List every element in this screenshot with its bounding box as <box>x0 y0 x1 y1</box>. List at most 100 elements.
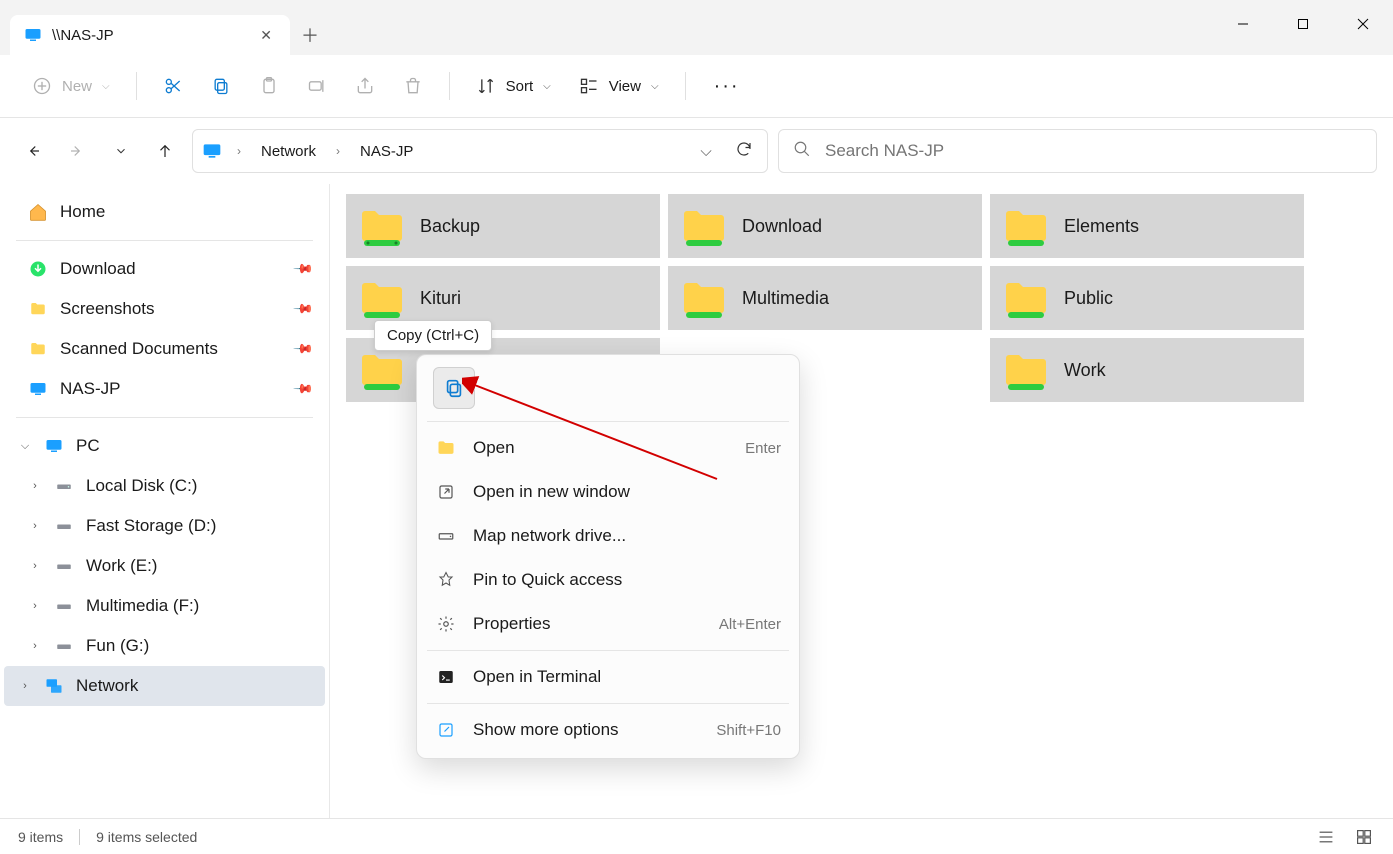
sidebar-item-label: Home <box>60 202 311 222</box>
new-tab-button[interactable]: ＋ <box>290 15 330 55</box>
download-icon <box>28 259 48 279</box>
folder-download[interactable]: Download <box>668 194 982 258</box>
drive-icon <box>54 516 74 536</box>
new-button[interactable]: New ⌵ <box>22 68 120 104</box>
context-label: Open in new window <box>473 482 781 502</box>
folder-label: Elements <box>1064 216 1139 237</box>
network-folder-icon <box>1002 202 1050 250</box>
drive-icon <box>54 476 74 496</box>
home-icon <box>28 202 48 222</box>
open-new-window-icon <box>435 481 457 503</box>
active-tab[interactable]: \\NAS-JP ✕ <box>10 15 290 55</box>
view-button[interactable]: View ⌵ <box>569 68 669 104</box>
up-button[interactable] <box>148 134 182 168</box>
sidebar-item-label: Download <box>60 259 283 279</box>
copy-icon <box>211 76 231 96</box>
chevron-right-icon[interactable]: › <box>28 640 42 652</box>
context-label: Properties <box>473 614 703 634</box>
minimize-button[interactable] <box>1213 0 1273 48</box>
close-tab-button[interactable]: ✕ <box>256 23 276 48</box>
divider <box>427 650 789 651</box>
network-folder-icon <box>358 202 406 250</box>
recent-button[interactable] <box>104 134 138 168</box>
chevron-right-icon[interactable]: › <box>28 480 42 492</box>
maximize-button[interactable] <box>1273 0 1333 48</box>
sidebar-scanned[interactable]: Scanned Documents 📌 <box>4 329 325 369</box>
sidebar-network[interactable]: › Network <box>4 666 325 706</box>
divider <box>685 72 686 100</box>
chevron-right-icon[interactable]: › <box>28 600 42 612</box>
context-iconbar <box>423 361 793 417</box>
context-properties[interactable]: Properties Alt+Enter <box>423 602 793 646</box>
context-accel: Shift+F10 <box>716 722 781 739</box>
sidebar-home[interactable]: Home <box>4 192 325 232</box>
pin-icon: 📌 <box>292 258 315 281</box>
context-open-terminal[interactable]: Open in Terminal <box>423 655 793 699</box>
folder-multimedia[interactable]: Multimedia <box>668 266 982 330</box>
context-accel: Enter <box>745 440 781 457</box>
folder-label: Work <box>1064 360 1106 381</box>
chevron-down-icon[interactable]: ⌵ <box>18 440 32 453</box>
sidebar-download[interactable]: Download 📌 <box>4 249 325 289</box>
sidebar-multif[interactable]: › Multimedia (F:) <box>4 586 325 626</box>
cut-button[interactable] <box>153 68 193 104</box>
close-window-button[interactable] <box>1333 0 1393 48</box>
sidebar-nasjp[interactable]: NAS-JP 📌 <box>4 369 325 409</box>
search-input[interactable] <box>825 141 1362 161</box>
sidebar-pc[interactable]: ⌵ PC <box>4 426 325 466</box>
pc-icon <box>44 436 64 456</box>
network-folder-icon <box>358 346 406 394</box>
more-button[interactable]: ··· <box>702 67 752 106</box>
chevron-right-icon[interactable]: › <box>28 520 42 532</box>
context-open-new[interactable]: Open in new window <box>423 470 793 514</box>
status-selected: 9 items selected <box>96 829 197 845</box>
sidebar-screenshots[interactable]: Screenshots 📌 <box>4 289 325 329</box>
folder-open-icon <box>435 437 457 459</box>
chevron-right-icon[interactable]: › <box>18 680 32 692</box>
network-folder-icon <box>1002 346 1050 394</box>
refresh-button[interactable] <box>729 140 759 162</box>
context-more-options[interactable]: Show more options Shift+F10 <box>423 708 793 752</box>
map-drive-icon <box>435 525 457 547</box>
folder-public[interactable]: Public <box>990 266 1304 330</box>
back-button[interactable] <box>16 134 50 168</box>
sidebar-localc[interactable]: › Local Disk (C:) <box>4 466 325 506</box>
folder-label: Download <box>742 216 822 237</box>
trash-icon <box>403 76 423 96</box>
divider <box>427 421 789 422</box>
share-button[interactable] <box>345 68 385 104</box>
chevron-right-icon[interactable]: › <box>28 560 42 572</box>
address-bar[interactable]: › Network › NAS-JP ⌵ <box>192 129 768 173</box>
divider <box>136 72 137 100</box>
rename-button[interactable] <box>297 68 337 104</box>
paste-button[interactable] <box>249 68 289 104</box>
breadcrumb-network[interactable]: Network <box>255 139 322 164</box>
share-icon <box>355 76 375 96</box>
titlebar: \\NAS-JP ✕ ＋ <box>0 0 1393 55</box>
folder-work[interactable]: Work <box>990 338 1304 402</box>
search-bar[interactable] <box>778 129 1377 173</box>
scissors-icon <box>163 76 183 96</box>
sidebar-fastd[interactable]: › Fast Storage (D:) <box>4 506 325 546</box>
context-open[interactable]: Open Enter <box>423 426 793 470</box>
view-label: View <box>609 78 641 95</box>
navigation-row: › Network › NAS-JP ⌵ <box>0 118 1393 184</box>
details-view-button[interactable] <box>1315 826 1337 848</box>
folder-elements[interactable]: Elements <box>990 194 1304 258</box>
context-map-drive[interactable]: Map network drive... <box>423 514 793 558</box>
context-pin-quick[interactable]: Pin to Quick access <box>423 558 793 602</box>
drive-icon <box>54 636 74 656</box>
breadcrumb-nasjp[interactable]: NAS-JP <box>354 139 419 164</box>
copy-button[interactable] <box>201 68 241 104</box>
forward-button[interactable] <box>60 134 94 168</box>
sidebar-worke[interactable]: › Work (E:) <box>4 546 325 586</box>
sort-button[interactable]: Sort ⌵ <box>466 68 561 104</box>
sidebar-item-label: Screenshots <box>60 299 283 319</box>
address-dropdown[interactable]: ⌵ <box>691 143 721 160</box>
context-copy-button[interactable] <box>433 367 475 409</box>
tiles-view-button[interactable] <box>1353 826 1375 848</box>
sidebar-item-label: Work (E:) <box>86 556 311 576</box>
delete-button[interactable] <box>393 68 433 104</box>
sidebar-fung[interactable]: › Fun (G:) <box>4 626 325 666</box>
folder-backup[interactable]: Backup <box>346 194 660 258</box>
